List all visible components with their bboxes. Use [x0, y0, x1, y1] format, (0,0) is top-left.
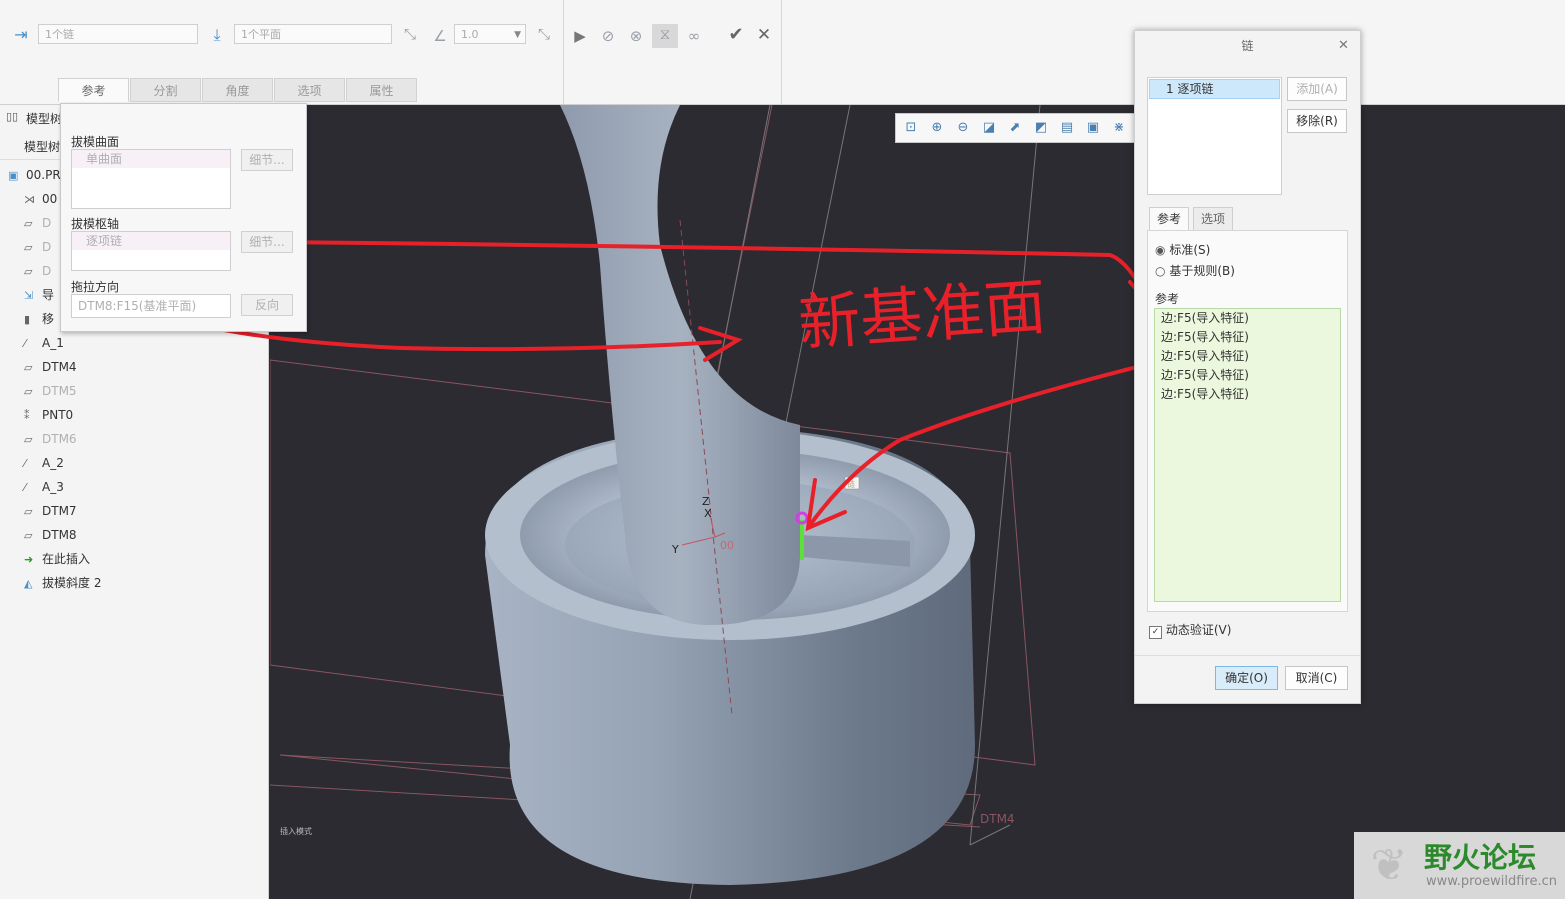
draft-surface-collector[interactable]: 单曲面 [71, 149, 231, 209]
radio-selected-icon: ◉ [1155, 243, 1166, 257]
zoom-out-icon[interactable]: ⊖ [953, 118, 973, 138]
pivot-label: 拔模枢轴 [71, 217, 120, 231]
forum-watermark: ❦ 野火论坛 www.proewildfire.cn [1354, 832, 1565, 899]
reference-row[interactable]: 边:F5(导入特征) [1155, 347, 1340, 366]
display-style-icon[interactable]: ▣ [1083, 118, 1103, 138]
add-button[interactable]: 添加(A) [1287, 77, 1347, 101]
watermark-url: www.proewildfire.cn [1426, 874, 1557, 889]
ok-button[interactable]: 确定(O) [1215, 666, 1278, 690]
shading-icon[interactable]: ◩ [1031, 118, 1051, 138]
reverse-button[interactable]: 反向 [241, 294, 293, 316]
close-icon[interactable]: ✕ [1338, 38, 1349, 53]
reference-list[interactable]: 边:F5(导入特征) 边:F5(导入特征) 边:F5(导入特征) 边:F5(导入特征)… [1154, 308, 1341, 602]
saved-views-icon[interactable]: ▤ [1057, 118, 1077, 138]
zoom-in-icon[interactable]: ⊕ [927, 118, 947, 138]
view-toolbar: ⊡ ⊕ ⊖ ◪ ⬈ ◩ ▤ ▣ ⋇ [895, 113, 1140, 143]
reference-row[interactable]: 边:F5(导入特征) [1155, 309, 1340, 328]
flame-logo-icon: ❦ [1370, 840, 1408, 891]
radio-rule-label: 基于规则(B) [1169, 264, 1235, 278]
divider [1135, 655, 1360, 656]
refit-icon[interactable]: ⊡ [901, 118, 921, 138]
pivot-detail-button[interactable]: 细节... [241, 231, 293, 253]
reference-label: 参考 [1155, 292, 1180, 306]
reference-row[interactable]: 边:F5(导入特征) [1155, 328, 1340, 347]
chain-list-item[interactable]: 1 逐项链 [1149, 79, 1280, 99]
cancel-button[interactable]: 取消(C) [1285, 666, 1348, 690]
reference-row[interactable]: 边:F5(导入特征) [1155, 366, 1340, 385]
radio-empty-icon: ○ [1155, 264, 1166, 278]
reference-rows: 边:F5(导入特征) 边:F5(导入特征) 边:F5(导入特征) 边:F5(导入特征)… [1155, 309, 1340, 404]
pivot-collector[interactable]: 逐项链 [71, 231, 231, 271]
datum-display-icon[interactable]: ⋇ [1109, 118, 1129, 138]
draft-surface-item[interactable]: 单曲面 [72, 150, 230, 168]
radio-standard[interactable]: ◉ 标准(S) [1155, 241, 1210, 258]
surface-detail-button[interactable]: 细节... [241, 149, 293, 171]
tab-options[interactable]: 选项 [1193, 207, 1233, 231]
pull-direction-label: 拖拉方向 [71, 280, 120, 294]
pull-direction-collector[interactable]: DTM8:F15(基准平面) [71, 294, 231, 318]
pull-direction-value: DTM8:F15(基准平面) [78, 299, 197, 313]
chain-dialog: 链 ✕ 1 逐项链 添加(A) 移除(R) 参考 选项 ◉ 标准(S) ○ 基于… [1134, 30, 1361, 704]
pivot-item[interactable]: 逐项链 [72, 232, 230, 250]
references-panel: 拔模曲面 单曲面 细节... 拔模枢轴 逐项链 细节... 拖拉方向 DTM8:… [60, 103, 307, 332]
reorient-icon[interactable]: ⬈ [1005, 118, 1025, 138]
radio-standard-label: 标准(S) [1169, 243, 1211, 257]
dynamic-verify-checkbox[interactable]: ✓ 动态验证(V) [1149, 621, 1231, 639]
radio-rule-based[interactable]: ○ 基于规则(B) [1155, 262, 1235, 279]
tab-reference[interactable]: 参考 [1149, 207, 1189, 231]
draft-surface-label: 拔模曲面 [71, 135, 120, 149]
chain-list[interactable]: 1 逐项链 [1147, 77, 1282, 195]
reference-row[interactable]: 边:F5(导入特征) [1155, 385, 1340, 404]
repaint-icon[interactable]: ◪ [979, 118, 999, 138]
reference-tab-body: ◉ 标准(S) ○ 基于规则(B) 参考 边:F5(导入特征) 边:F5(导入特征… [1147, 230, 1348, 612]
dynamic-verify-label: 动态验证(V) [1165, 623, 1232, 637]
watermark-title: 野火论坛 [1424, 841, 1537, 874]
remove-button[interactable]: 移除(R) [1287, 109, 1347, 133]
checkbox-checked-icon: ✓ [1149, 626, 1162, 639]
dialog-title: 链 [1241, 39, 1254, 53]
